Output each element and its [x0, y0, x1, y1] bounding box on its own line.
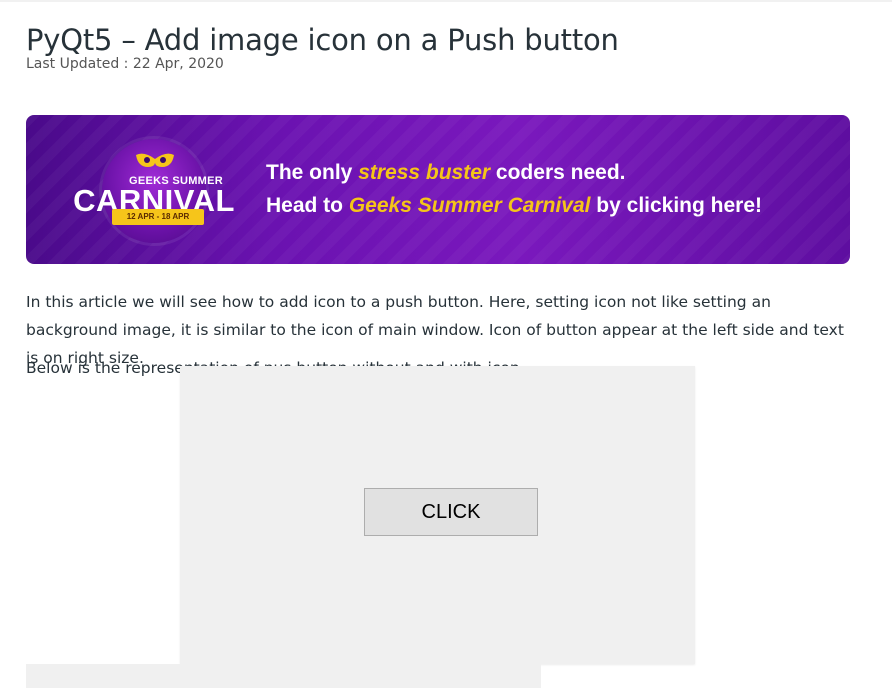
carnival-mask-icon	[136, 153, 174, 167]
click-push-button[interactable]: CLICK	[364, 488, 538, 536]
top-divider	[0, 0, 892, 2]
carnival-banner[interactable]: GEEKS SUMMER CARNIVAL 12 APR - 18 APR Th…	[26, 115, 850, 264]
demo-window-screenshot-2	[26, 664, 541, 688]
banner-line-1: The only stress buster coders need.	[266, 161, 626, 184]
banner-highlight-2: Geeks Summer Carnival	[348, 194, 591, 217]
last-updated: Last Updated : 22 Apr, 2020	[26, 56, 224, 72]
banner-line-2: Head to Geeks Summer Carnival by clickin…	[266, 194, 763, 217]
demo-window-screenshot: CLICK	[180, 366, 695, 664]
badge-dates-ribbon: 12 APR - 18 APR	[112, 209, 204, 225]
banner-highlight-1: stress buster	[358, 161, 491, 184]
